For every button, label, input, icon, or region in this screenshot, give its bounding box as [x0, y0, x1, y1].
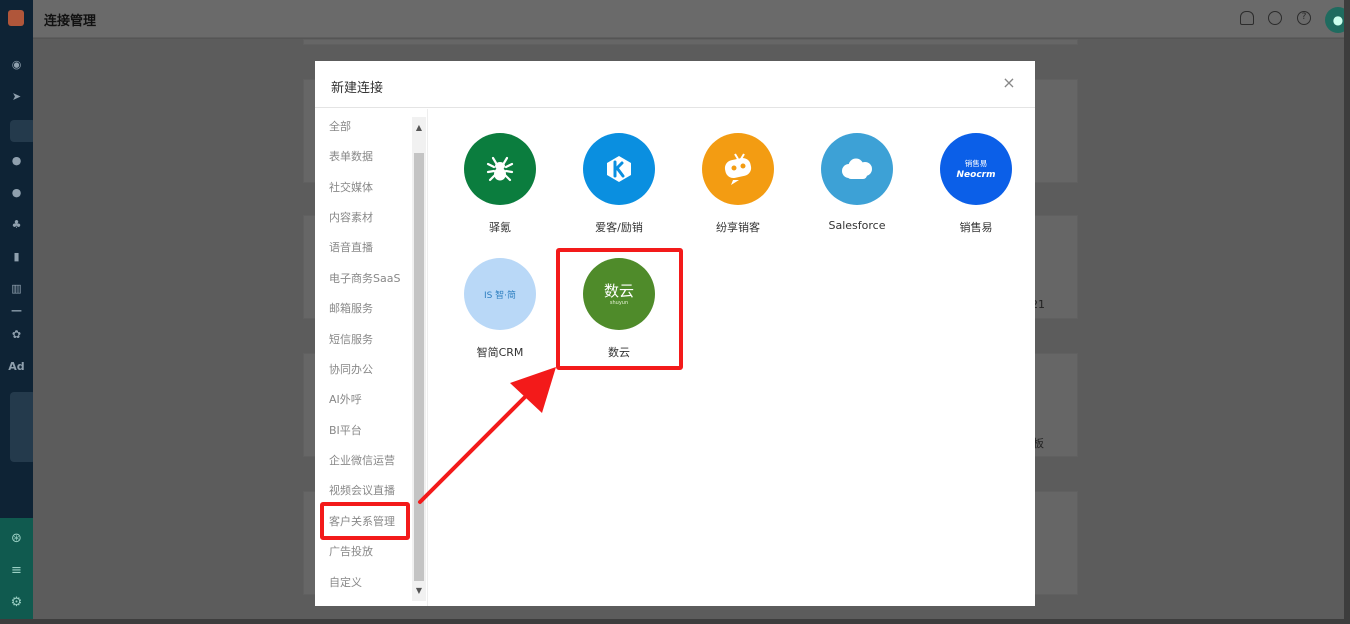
dialog-divider	[427, 109, 428, 606]
group-icon[interactable]: ♣	[0, 214, 33, 234]
svg-text:销售易: 销售易	[965, 158, 988, 168]
category-item[interactable]: 社交媒体	[329, 178, 373, 198]
neocrm-logo-icon: 销售易 Neocrm	[940, 133, 1012, 205]
category-item[interactable]: 语音直播	[329, 238, 373, 258]
zhijian-logo-icon: IS 智·简	[464, 258, 536, 330]
connector-name: 销售易	[959, 221, 993, 234]
svg-text:IS 智·简: IS 智·简	[484, 289, 516, 301]
user-icon[interactable]: ●	[0, 150, 33, 170]
scroll-up-icon[interactable]: ▲	[412, 121, 426, 135]
connector-name: 智简CRM	[476, 346, 524, 359]
k-logo-icon	[583, 133, 655, 205]
connect-icon[interactable]: ⊛	[0, 526, 33, 550]
window-frame	[0, 619, 1350, 624]
connector-card[interactable]: 爱客/励销	[569, 133, 669, 243]
category-item[interactable]: 广告投放	[329, 542, 373, 562]
highlight-box-connector	[556, 248, 683, 370]
window-frame	[1344, 0, 1350, 624]
svg-text:Neocrm: Neocrm	[957, 170, 996, 180]
category-item[interactable]: 视频会议直播	[329, 481, 395, 501]
send-icon[interactable]: ➤	[0, 86, 33, 106]
connector-card[interactable]: Salesforce	[807, 133, 907, 243]
category-item[interactable]: 电子商务SaaS	[329, 269, 400, 289]
list-icon[interactable]: ≡	[0, 558, 33, 582]
dialog-title: 新建连接	[331, 81, 384, 96]
category-item[interactable]: 企业微信运营	[329, 451, 395, 471]
category-item[interactable]: 自定义	[329, 573, 362, 593]
connector-card[interactable]: 纷享销客	[688, 133, 788, 243]
connector-name: 爱客/励销	[595, 221, 643, 234]
cloud-icon	[821, 133, 893, 205]
category-item[interactable]: 邮箱服务	[329, 299, 373, 319]
scroll-down-icon[interactable]: ▼	[412, 584, 426, 598]
category-item[interactable]: 协同办公	[329, 360, 373, 380]
category-item[interactable]: 内容素材	[329, 208, 373, 228]
connector-card[interactable]: IS 智·简 智简CRM	[450, 258, 550, 368]
connector-name: 纷享销客	[716, 221, 760, 234]
close-icon[interactable]: ×	[999, 73, 1019, 93]
category-item[interactable]: AI外呼	[329, 390, 362, 410]
ad-icon[interactable]: Ad	[0, 356, 33, 376]
help-icon[interactable]: ?	[1297, 11, 1311, 25]
message-icon[interactable]	[1268, 11, 1282, 25]
gear-icon[interactable]: ⚙	[0, 590, 33, 614]
top-header: 连接管理 ? ●	[33, 0, 1350, 38]
sidebar-bottom-group: ⊛ ≡ ⚙	[0, 518, 33, 624]
page-title: 连接管理	[44, 14, 97, 29]
bell-icon[interactable]	[1240, 11, 1254, 25]
app-logo	[8, 10, 24, 26]
category-item[interactable]: BI平台	[329, 421, 362, 441]
dashboard-icon[interactable]: ◉	[0, 54, 33, 74]
scrollbar-thumb[interactable]	[414, 153, 424, 581]
connector-name: Salesforce	[828, 219, 886, 232]
dialog-header: 新建连接 ×	[315, 61, 1035, 108]
wechat-icon[interactable]: ✿	[0, 324, 33, 344]
category-item[interactable]: 表单数据	[329, 147, 373, 167]
left-sidebar: ◉ ➤ ● ● ♣ ▮ ▥ — ✿ Ad ⊛ ≡ ⚙	[0, 0, 36, 624]
users-icon[interactable]: ●	[0, 182, 33, 202]
category-item[interactable]: 短信服务	[329, 330, 373, 350]
connector-card[interactable]: 销售易 Neocrm 销售易	[926, 133, 1026, 243]
category-item[interactable]: 全部	[329, 117, 351, 137]
connector-card[interactable]: 驿氪	[450, 133, 550, 243]
divider-icon: —	[11, 303, 22, 317]
connector-name: 驿氪	[489, 221, 511, 234]
highlight-box-category	[320, 502, 410, 540]
bar-chart-icon[interactable]: ▥	[0, 278, 33, 298]
bg-card	[303, 39, 1078, 45]
bookmark-icon[interactable]: ▮	[0, 246, 33, 266]
robot-icon	[702, 133, 774, 205]
spider-icon	[464, 133, 536, 205]
